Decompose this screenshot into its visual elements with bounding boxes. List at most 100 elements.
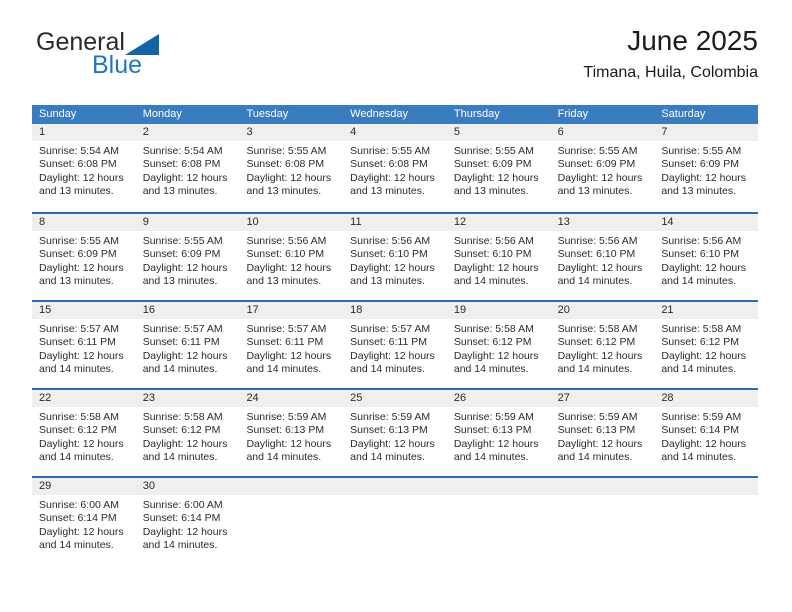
day-detail-line: and 13 minutes. — [39, 275, 114, 288]
day-detail-line: and 14 minutes. — [142, 451, 218, 464]
day-detail-line: Daylight: 12 hours — [557, 261, 643, 274]
day-cell-29[interactable]: 29 Sunrise: 6:00 AM Sunset: 6:14 PM Dayligh… — [32, 478, 136, 564]
day-cell-9[interactable]: 9 Sunrise: 5:55 AM Sunset: 6:09 PM Daylight… — [135, 214, 240, 300]
day-detail-line: and 13 minutes. — [350, 275, 425, 288]
day-cell-11[interactable]: 11 Sunrise: 5:56 AM Sunset: 6:10 PM Dayligh… — [343, 214, 447, 300]
day-detail-line: Daylight: 12 hours — [39, 525, 124, 538]
day-details: Sunrise: 5:58 AM Sunset: 6:12 PM Daylight:… — [551, 319, 655, 377]
day-cell-4[interactable]: 4 Sunrise: 5:55 AM Sunset: 6:08 PM Daylight… — [343, 124, 447, 212]
day-cell-5[interactable]: 5 Sunrise: 5:55 AM Sunset: 6:09 PM Daylight… — [446, 124, 551, 212]
day-number: 30 — [135, 478, 240, 495]
day-details: Sunrise: 5:55 AM Sunset: 6:08 PM Daylight:… — [343, 141, 447, 199]
day-cell-23[interactable]: 23 Sunrise: 5:58 AM Sunset: 6:12 PM Dayligh… — [135, 390, 240, 476]
day-detail-line: and 14 minutes. — [453, 363, 529, 376]
day-details: Sunrise: 6:00 AM Sunset: 6:14 PM Daylight:… — [136, 495, 240, 553]
day-cell-26[interactable]: 26 Sunrise: 5:59 AM Sunset: 6:13 PM Dayligh… — [446, 390, 551, 476]
day-detail-line: and 14 minutes. — [557, 363, 633, 376]
day-detail-line: Sunset: 6:13 PM — [246, 424, 325, 437]
day-cell-22[interactable]: 22 Sunrise: 5:58 AM Sunset: 6:12 PM Dayligh… — [32, 390, 136, 476]
day-number: 18 — [343, 302, 447, 319]
day-detail-line: Sunset: 6:12 PM — [39, 424, 117, 437]
day-detail-line: and 14 minutes. — [142, 363, 218, 376]
day-detail-line: Sunset: 6:08 PM — [246, 158, 325, 171]
day-detail-line: Sunset: 6:14 PM — [142, 512, 221, 525]
day-detail-line: Daylight: 12 hours — [661, 261, 746, 274]
day-details: Sunrise: 5:58 AM Sunset: 6:12 PM Daylight:… — [654, 319, 758, 377]
day-number: 19 — [446, 302, 551, 319]
day-number: 20 — [550, 302, 655, 319]
day-number — [550, 478, 655, 495]
day-detail-line: Sunrise: 5:58 AM — [39, 411, 119, 423]
weekday-header-wednesday: Wednesday — [350, 108, 409, 120]
day-detail-line: Sunset: 6:12 PM — [453, 336, 532, 349]
day-detail-line: Daylight: 12 hours — [661, 349, 746, 362]
day-detail-line: Daylight: 12 hours — [39, 437, 124, 450]
day-detail-line: Sunrise: 5:57 AM — [246, 323, 327, 335]
day-cell-16[interactable]: 16 Sunrise: 5:57 AM Sunset: 6:11 PM Dayligh… — [135, 302, 240, 388]
day-cell-7[interactable]: 7 Sunrise: 5:55 AM Sunset: 6:09 PM Daylight… — [654, 124, 759, 212]
day-details: Sunrise: 5:56 AM Sunset: 6:10 PM Daylight:… — [239, 231, 343, 289]
day-cell-6[interactable]: 6 Sunrise: 5:55 AM Sunset: 6:09 PM Daylight… — [550, 124, 655, 212]
day-detail-line: Sunrise: 5:57 AM — [350, 323, 431, 335]
day-detail-line: and 14 minutes. — [557, 451, 633, 464]
day-detail-line: Sunrise: 6:00 AM — [142, 499, 223, 511]
day-detail-line: Daylight: 12 hours — [557, 437, 643, 450]
day-detail-line: Daylight: 12 hours — [142, 171, 228, 184]
day-detail-line: Sunrise: 5:54 AM — [142, 145, 223, 157]
calendar-week-row: 8 Sunrise: 5:55 AM Sunset: 6:09 PM Daylight… — [32, 212, 759, 300]
day-cell-19[interactable]: 19 Sunrise: 5:58 AM Sunset: 6:12 PM Dayligh… — [446, 302, 551, 388]
day-detail-line: Sunset: 6:09 PM — [39, 248, 117, 261]
day-cell-17[interactable]: 17 Sunrise: 5:57 AM Sunset: 6:11 PM Dayligh… — [239, 302, 344, 388]
day-detail-line: Daylight: 12 hours — [661, 437, 746, 450]
day-detail-line: and 14 minutes. — [453, 451, 529, 464]
day-detail-line: Daylight: 12 hours — [350, 437, 435, 450]
day-cell-24[interactable]: 24 Sunrise: 5:59 AM Sunset: 6:13 PM Dayligh… — [239, 390, 344, 476]
day-detail-line: Sunset: 6:12 PM — [557, 336, 636, 349]
day-detail-line: Sunrise: 5:58 AM — [453, 323, 534, 335]
day-detail-line: Daylight: 12 hours — [350, 261, 435, 274]
day-detail-line: Sunrise: 5:59 AM — [557, 411, 638, 423]
day-detail-line: Daylight: 12 hours — [142, 261, 228, 274]
day-cell-13[interactable]: 13 Sunrise: 5:56 AM Sunset: 6:10 PM Dayligh… — [550, 214, 655, 300]
day-detail-line: and 14 minutes. — [246, 451, 322, 464]
day-cell-1[interactable]: 1 Sunrise: 5:54 AM Sunset: 6:08 PM Daylight… — [32, 124, 136, 212]
day-details: Sunrise: 5:56 AM Sunset: 6:10 PM Daylight:… — [551, 231, 655, 289]
day-number: 25 — [343, 390, 447, 407]
day-cell-18[interactable]: 18 Sunrise: 5:57 AM Sunset: 6:11 PM Dayligh… — [343, 302, 447, 388]
day-details: Sunrise: 5:58 AM Sunset: 6:12 PM Daylight:… — [32, 407, 136, 465]
day-cell-14[interactable]: 14 Sunrise: 5:56 AM Sunset: 6:10 PM Dayligh… — [654, 214, 759, 300]
day-cell-12[interactable]: 12 Sunrise: 5:56 AM Sunset: 6:10 PM Dayligh… — [446, 214, 551, 300]
weekday-header-tuesday: Tuesday — [246, 108, 289, 120]
day-cell-25[interactable]: 25 Sunrise: 5:59 AM Sunset: 6:13 PM Dayligh… — [343, 390, 447, 476]
day-cell-28[interactable]: 28 Sunrise: 5:59 AM Sunset: 6:14 PM Dayligh… — [654, 390, 759, 476]
day-detail-line: Sunrise: 5:54 AM — [39, 145, 119, 157]
day-details: Sunrise: 5:57 AM Sunset: 6:11 PM Daylight:… — [239, 319, 343, 377]
day-cell-3[interactable]: 3 Sunrise: 5:55 AM Sunset: 6:08 PM Daylight… — [239, 124, 344, 212]
day-detail-line: Sunset: 6:12 PM — [661, 336, 739, 349]
day-details: Sunrise: 5:54 AM Sunset: 6:08 PM Daylight:… — [136, 141, 240, 199]
day-cell-21[interactable]: 21 Sunrise: 5:58 AM Sunset: 6:12 PM Dayligh… — [654, 302, 759, 388]
day-cell-30[interactable]: 30 Sunrise: 6:00 AM Sunset: 6:14 PM Dayligh… — [135, 478, 240, 564]
day-cell-2[interactable]: 2 Sunrise: 5:54 AM Sunset: 6:08 PM Daylight… — [135, 124, 240, 212]
day-detail-line: Daylight: 12 hours — [39, 349, 124, 362]
day-cell-10[interactable]: 10 Sunrise: 5:56 AM Sunset: 6:10 PM Dayligh… — [239, 214, 344, 300]
day-cell-15[interactable]: 15 Sunrise: 5:57 AM Sunset: 6:11 PM Dayligh… — [32, 302, 136, 388]
day-detail-line: Sunrise: 5:55 AM — [142, 235, 223, 247]
day-detail-line: Daylight: 12 hours — [142, 437, 228, 450]
day-cell-27[interactable]: 27 Sunrise: 5:59 AM Sunset: 6:13 PM Dayligh… — [550, 390, 655, 476]
day-detail-line: Daylight: 12 hours — [557, 349, 643, 362]
day-number: 3 — [239, 124, 344, 141]
day-cell-8[interactable]: 8 Sunrise: 5:55 AM Sunset: 6:09 PM Daylight… — [32, 214, 136, 300]
day-detail-line: and 14 minutes. — [39, 451, 114, 464]
day-number: 24 — [239, 390, 344, 407]
title-block: June 2025 Timana, Huila, Colombia — [583, 24, 758, 83]
day-details: Sunrise: 5:58 AM Sunset: 6:12 PM Daylight:… — [136, 407, 240, 465]
day-detail-line: Daylight: 12 hours — [142, 349, 228, 362]
day-detail-line: Sunrise: 5:56 AM — [246, 235, 327, 247]
day-detail-line: Sunset: 6:09 PM — [557, 158, 636, 171]
day-detail-line: Sunset: 6:09 PM — [661, 158, 739, 171]
day-detail-line: and 13 minutes. — [246, 185, 322, 198]
day-cell-20[interactable]: 20 Sunrise: 5:58 AM Sunset: 6:12 PM Dayligh… — [550, 302, 655, 388]
day-details: Sunrise: 5:59 AM Sunset: 6:13 PM Daylight:… — [239, 407, 343, 465]
day-number: 10 — [239, 214, 344, 231]
